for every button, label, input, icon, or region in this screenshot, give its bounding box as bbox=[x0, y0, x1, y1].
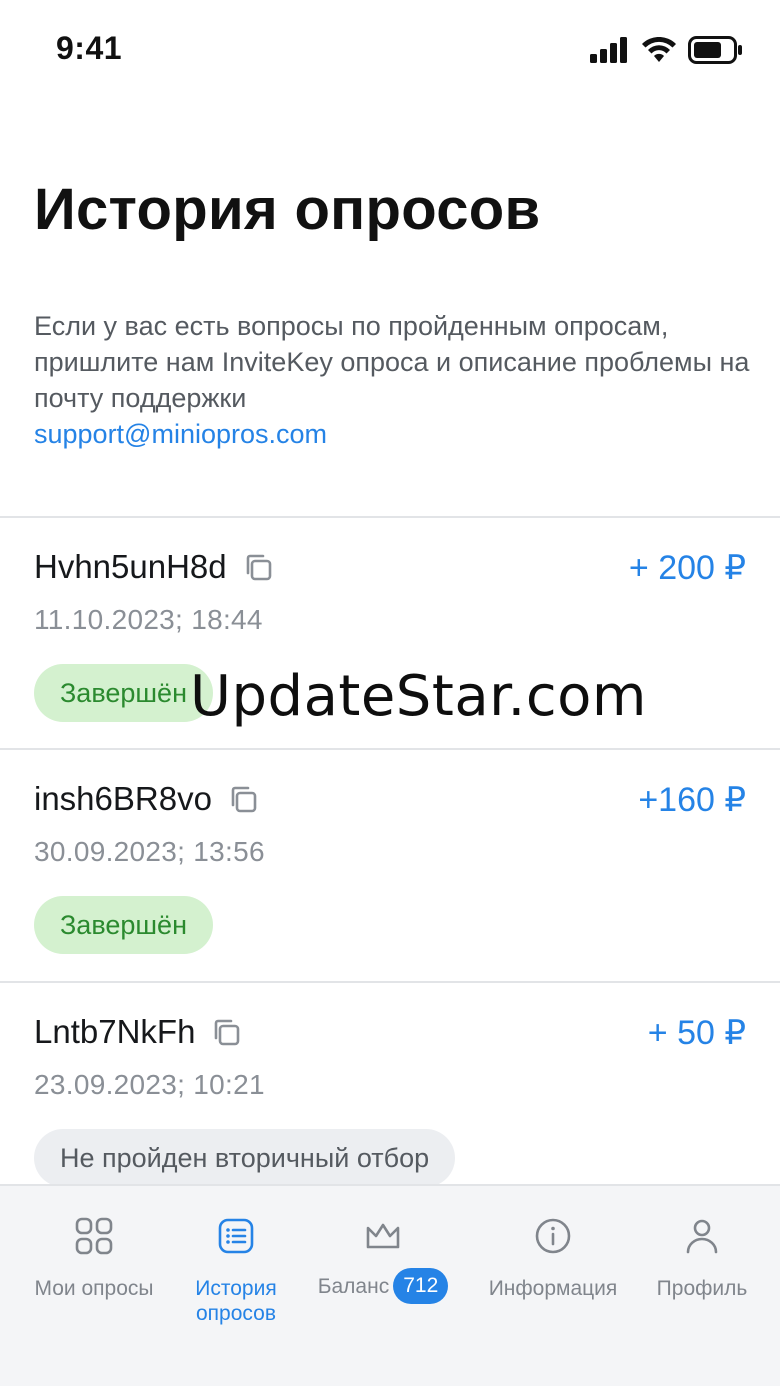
nav-label: Баланс bbox=[317, 1274, 390, 1298]
survey-key: Lntb7NkFh bbox=[34, 1013, 241, 1051]
wifi-icon bbox=[642, 37, 676, 62]
screen: 9:41 История опросов Если у вас есть воп… bbox=[0, 0, 780, 1386]
nav-item-information[interactable]: Информация bbox=[478, 1186, 628, 1336]
survey-item[interactable]: Lntb7NkFh + 50 ₽ 23.09.2023; 10:21 Не пр… bbox=[0, 983, 780, 1213]
info-text: Если у вас есть вопросы по пройденным оп… bbox=[34, 308, 754, 452]
survey-key: insh6BR8vo bbox=[34, 780, 258, 818]
status-bar: 9:41 bbox=[0, 0, 780, 100]
watermark: UpdateStar.com bbox=[190, 664, 647, 729]
nav-label: Мои опросы bbox=[34, 1277, 154, 1300]
crown-icon bbox=[366, 1223, 400, 1249]
status-badge: Не пройден вторичный отбор bbox=[34, 1129, 456, 1187]
battery-icon bbox=[688, 36, 742, 64]
grid-icon bbox=[75, 1217, 113, 1255]
survey-date: 23.09.2023; 10:21 bbox=[34, 1069, 265, 1100]
balance-badge: 712 bbox=[393, 1268, 449, 1304]
survey-key-text: Lntb7NkFh bbox=[34, 1013, 196, 1050]
balance-row: Баланс 712 bbox=[318, 1268, 449, 1304]
copy-icon[interactable] bbox=[243, 552, 273, 582]
survey-item[interactable]: insh6BR8vo +160 ₽ 30.09.2023; 13:56 Заве… bbox=[0, 750, 780, 980]
survey-date: 11.10.2023; 18:44 bbox=[34, 604, 263, 635]
nav-item-survey-history[interactable]: История опросов bbox=[176, 1186, 296, 1336]
support-email-link[interactable]: support@miniopros.com bbox=[34, 416, 754, 452]
nav-label: Информация bbox=[488, 1277, 618, 1300]
status-icons bbox=[590, 36, 744, 64]
status-badge: Завершён bbox=[34, 664, 213, 722]
profile-icon bbox=[686, 1219, 718, 1254]
nav-item-balance[interactable]: Баланс 712 bbox=[310, 1186, 456, 1336]
info-icon bbox=[535, 1218, 571, 1254]
status-time: 9:41 bbox=[56, 30, 123, 66]
survey-key: Hvhn5unH8d bbox=[34, 548, 273, 586]
page-title: История опросов bbox=[34, 177, 541, 242]
copy-icon[interactable] bbox=[228, 784, 258, 814]
survey-key-text: Hvhn5unH8d bbox=[34, 548, 227, 585]
nav-item-profile[interactable]: Профиль bbox=[646, 1186, 758, 1336]
survey-amount: + 200 ₽ bbox=[628, 549, 746, 587]
survey-amount: + 50 ₽ bbox=[647, 1014, 746, 1052]
cellular-signal-icon bbox=[590, 37, 627, 63]
survey-key-text: insh6BR8vo bbox=[34, 780, 212, 817]
survey-amount: +160 ₽ bbox=[638, 781, 746, 819]
status-badge: Завершён bbox=[34, 896, 213, 954]
nav-label: История опросов bbox=[195, 1277, 277, 1325]
bottom-nav: Мои опросы История опросов Баланс 712 Ин… bbox=[0, 1184, 780, 1386]
survey-date: 30.09.2023; 13:56 bbox=[34, 836, 265, 867]
nav-label: Профиль bbox=[656, 1277, 748, 1300]
list-icon bbox=[218, 1218, 254, 1254]
info-description: Если у вас есть вопросы по пройденным оп… bbox=[34, 311, 750, 413]
copy-icon[interactable] bbox=[211, 1017, 241, 1047]
nav-item-my-surveys[interactable]: Мои опросы bbox=[24, 1186, 164, 1336]
